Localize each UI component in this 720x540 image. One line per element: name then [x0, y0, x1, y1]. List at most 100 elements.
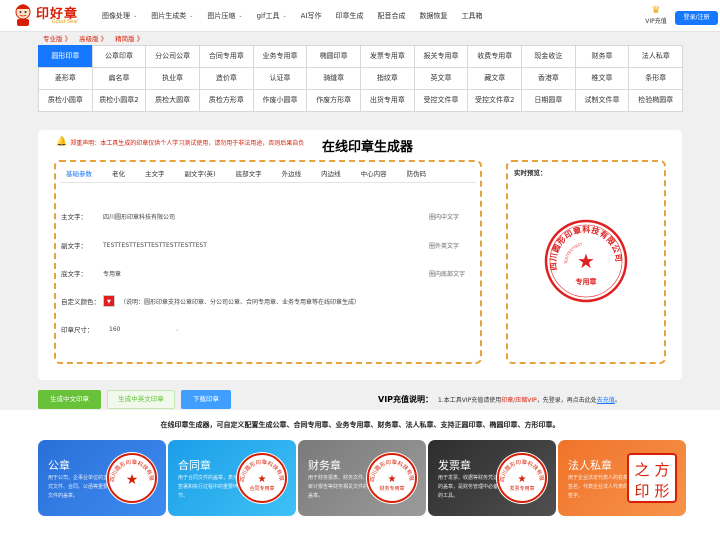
stamp-type-item[interactable]: 菱形章	[38, 67, 93, 90]
main-nav: 图像处理 ⌄ 图片生成类 ⌄ 图片压缩 ⌄ gif工具 ⌄ AI写作 印章生成 配音合成 数据恢复 工具…	[102, 0, 497, 32]
stamp-type-item[interactable]: 骑缝章	[306, 67, 362, 90]
nav-item[interactable]: 图片压缩 ⌄	[207, 11, 242, 21]
stamp-type-item[interactable]: 香港章	[521, 67, 576, 90]
stamp-type-item[interactable]: 质检方形章	[199, 89, 254, 112]
tab-item[interactable]: 主文字	[139, 166, 165, 182]
nav-item[interactable]: 数据恢复	[420, 11, 448, 21]
card-description: 用于公司、企事业单位的正式文件、合同、公函等重要文件的盖章。	[48, 475, 109, 499]
card-title: 法人私章	[568, 459, 612, 472]
svg-text:专用章: 专用章	[576, 277, 597, 286]
feature-card[interactable]: 发票章 用于发票、收据等财务凭证的盖章，是财务管理中必备的工具。 四川圆形印章科技有…	[428, 440, 556, 516]
stamp-type-item[interactable]: 法人私章	[628, 45, 684, 68]
feature-card[interactable]: 公章 用于公司、企事业单位的正式文件、合同、公函等重要文件的盖章。 四川圆形印章科技…	[38, 440, 166, 516]
stamp-type-item[interactable]: 业务专用章	[252, 45, 308, 68]
nav-item[interactable]: gif工具 ⌄	[257, 11, 287, 21]
stamp-type-item[interactable]: 认证章	[252, 67, 308, 90]
size-label: 印章尺寸：	[61, 326, 94, 334]
nav-item[interactable]: 图像处理 ⌄	[102, 11, 137, 21]
generate-cn-en-button[interactable]: 生成中英文印章	[107, 390, 175, 409]
tab-item[interactable]: 内边线	[315, 166, 341, 182]
nav-item[interactable]: 图片生成类 ⌄	[151, 11, 193, 21]
nav-item-label: AI写作	[300, 12, 322, 20]
sub-text-input[interactable]: TESTTESTTESTTESTTESTTESTTEST	[103, 242, 207, 249]
stamp-type-item[interactable]: 圆形印章	[38, 45, 93, 68]
stamp-type-item[interactable]: 作废方形章	[306, 89, 362, 112]
stamp-type-item[interactable]: 现金收讫	[521, 45, 576, 68]
nav-item[interactable]: 工具箱	[462, 11, 483, 21]
vip-recharge[interactable]: ♛ VIP充值	[643, 5, 669, 27]
tab-item[interactable]: 底部文字	[230, 166, 262, 182]
stamp-type-item[interactable]: 指纹章	[360, 67, 415, 90]
feature-card[interactable]: 法人私章 用于企业法定代表人的名章签名，代表企业法人代表的签字。方之形印	[558, 440, 686, 516]
card-stamp-image: 四川圆形印章科技有限公司合同专用章★	[234, 450, 288, 504]
stamp-type-item[interactable]: 财务章	[574, 45, 630, 68]
card-stamp-image: 方之形印	[627, 453, 677, 503]
tab-item[interactable]: 老化	[106, 166, 125, 182]
version-link[interactable]: 精简版 》	[115, 33, 143, 43]
stamp-type-item[interactable]: 受控文件章	[413, 89, 469, 112]
tab-item[interactable]: 基础参数	[60, 166, 92, 182]
stamp-type-item[interactable]: 分公司公章	[145, 45, 201, 68]
stamp-type-item[interactable]: 公章印章	[91, 45, 147, 68]
size-input[interactable]: 160	[109, 326, 120, 333]
stamp-type-row: 质检小圆章 质检小圆章2 质检大圆章 质检方形章 作废小圆章 作废方形章 出货专用章 受控文件…	[38, 89, 684, 112]
download-button[interactable]: 下载印章	[181, 390, 231, 409]
feature-card[interactable]: 合同章用于合同文件的盖章，表示签署和执行过程中的重要环节。四川圆形印章科技有限公…	[168, 440, 296, 516]
tab-item[interactable]: 副文字(英)	[179, 166, 216, 182]
nav-item-label: 图像处理	[102, 12, 130, 20]
stamp-type-item[interactable]: 质检小圆章2	[91, 89, 147, 112]
generate-cn-button[interactable]: 生成中文印章	[38, 390, 101, 409]
tab-item[interactable]: 外边线	[276, 166, 302, 182]
stamp-type-item[interactable]: 质检大圆章	[145, 89, 201, 112]
stamp-type-item[interactable]: 扁名章	[91, 67, 147, 90]
stamp-type-item[interactable]: 日期圆章	[521, 89, 576, 112]
card-title: 合同章	[178, 459, 211, 472]
card-description: 用于合同文件的盖章，表示签署和执行过程中的重要环节。	[178, 475, 239, 499]
version-link[interactable]: 专业版 》	[43, 33, 71, 43]
vip-label: VIP充值	[645, 18, 667, 25]
site-logo[interactable]: 印好章 Good-Seal	[12, 3, 102, 29]
preview-title: 实时预览：	[514, 169, 547, 177]
stamp-type-item[interactable]: 造价章	[199, 67, 254, 90]
card-title: 发票章	[438, 459, 471, 472]
recharge-link[interactable]: 去充值	[597, 395, 615, 404]
tab-item[interactable]: 防伪码	[401, 166, 427, 182]
stamp-type-item[interactable]: 合同专用章	[199, 45, 254, 68]
nav-item[interactable]: AI写作	[301, 11, 322, 21]
bottom-text-input[interactable]: 专用章	[103, 269, 121, 278]
stamp-type-item[interactable]: 椭圆印章	[306, 45, 362, 68]
svg-text:之: 之	[634, 461, 649, 479]
tab-item[interactable]: 中心内容	[355, 166, 387, 182]
version-link[interactable]: 高级版 》	[79, 33, 107, 43]
stamp-type-item[interactable]: 发票专用章	[360, 45, 415, 68]
stamp-type-item[interactable]: 作废小圆章	[252, 89, 308, 112]
stamp-type-item[interactable]: 出货专用章	[360, 89, 415, 112]
chevron-down-icon[interactable]: ⌄	[174, 326, 179, 333]
nav-item[interactable]: 配音合成	[378, 11, 406, 21]
stamp-type-item[interactable]: 藏文章	[467, 67, 523, 90]
feature-card[interactable]: 财务章 用于财务报表、财务文件、审计报告等财务相关文件的盖章。 四川圆形印章科技有限…	[298, 440, 426, 516]
stamp-type-item[interactable]: 英文章	[413, 67, 469, 90]
card-stamp-image: 四川圆形印章科技有限公司发票专用章★	[494, 450, 548, 504]
stamp-preview: 四川圆形印章科技有限公司TESTTESTTEST★专用章	[544, 219, 628, 303]
nav-item-label: 图片压缩	[207, 12, 236, 20]
vip-info-end: 。	[614, 397, 621, 404]
svg-text:发票专用章: 发票专用章	[509, 485, 534, 492]
nav-item[interactable]: 印章生成	[336, 11, 364, 21]
stamp-type-item[interactable]: 质检小圆章	[38, 89, 93, 112]
action-buttons: 生成中文印章 生成中英文印章 下载印章	[38, 390, 237, 409]
stamp-type-item[interactable]: 检验椭圆章	[628, 89, 684, 112]
stamp-type-item[interactable]: 椎文章	[574, 67, 630, 90]
svg-text:财务专用章: 财务专用章	[379, 485, 404, 492]
stamp-type-item[interactable]: 收费专用章	[467, 45, 523, 68]
stamp-type-item[interactable]: 执业章	[145, 67, 201, 90]
stamp-type-item[interactable]: 受控文件章2	[467, 89, 523, 112]
stamp-type-item[interactable]: 条形章	[628, 67, 684, 90]
sub-text-label: 副文字：	[61, 242, 87, 250]
stamp-type-item[interactable]: 报关专用章	[413, 45, 469, 68]
stamp-type-item[interactable]: 试制文件章	[574, 89, 630, 112]
login-button[interactable]: 登录/注册	[675, 11, 718, 25]
editor-box: 基础参数 老化 主文字 副文字(英) 底部文字 外边线 内边线 中心内容 防伪码 主文字： 四川…	[54, 160, 482, 364]
color-picker[interactable]: ▼	[103, 295, 115, 307]
main-text-input[interactable]: 四川圆形印章科技有限公司	[103, 212, 175, 221]
